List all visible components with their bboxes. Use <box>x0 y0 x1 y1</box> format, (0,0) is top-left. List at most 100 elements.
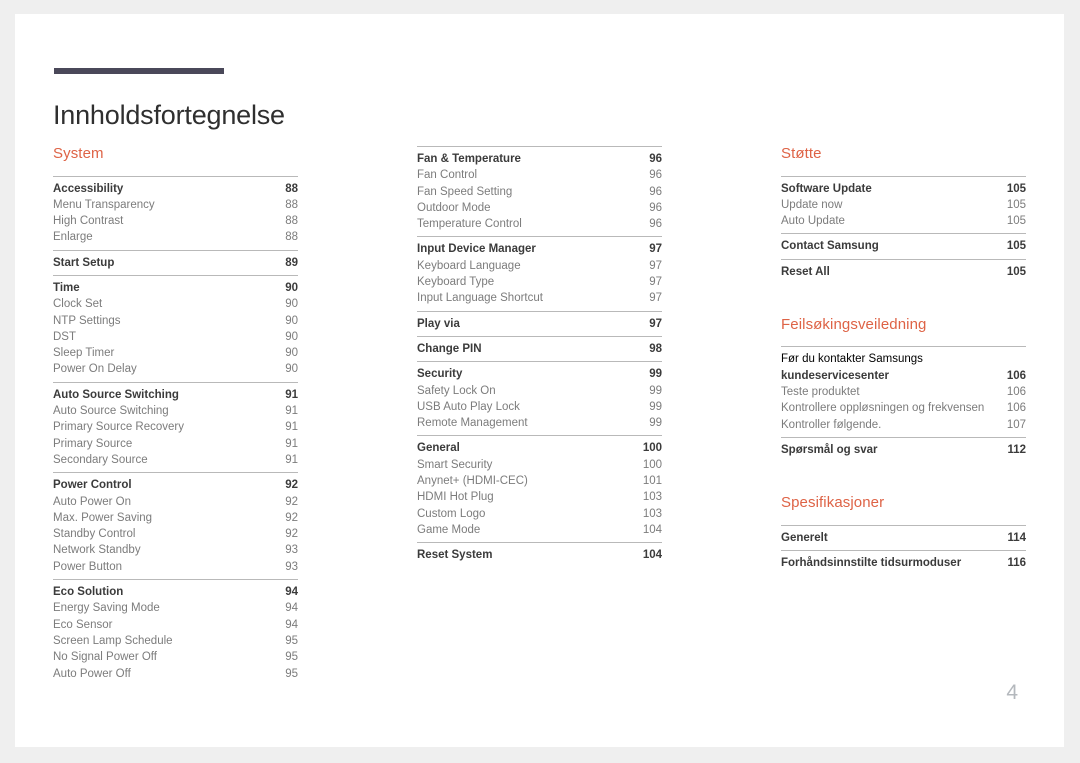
toc-column-2: Fan & Temperature 96 Fan Control 96 Fan Spee… <box>417 146 662 568</box>
toc-entry[interactable]: Change PIN 98 <box>417 341 662 357</box>
toc-entry[interactable]: Spørsmål og svar 112 <box>781 442 1026 458</box>
toc-entry-label: Power Control <box>53 479 132 492</box>
toc-entry[interactable]: Fan Control 96 <box>417 167 662 183</box>
toc-entry-label: Energy Saving Mode <box>53 602 160 615</box>
toc-entry[interactable]: Energy Saving Mode 94 <box>53 600 298 616</box>
toc-entry[interactable]: Auto Power Off 95 <box>53 666 298 682</box>
toc-entry[interactable]: Update now 105 <box>781 197 1026 213</box>
toc-entry-page: 94 <box>285 618 298 631</box>
toc-entry-page: 104 <box>642 523 662 536</box>
toc-entry[interactable]: Standby Control 92 <box>53 526 298 542</box>
toc-entry-page: 92 <box>285 479 298 492</box>
toc-entry-page: 105 <box>1006 215 1026 228</box>
page-title: Innholdsfortegnelse <box>53 100 285 131</box>
toc-entry-label: Enlarge <box>53 231 93 244</box>
toc-section-heading: System <box>53 145 104 162</box>
toc-entry[interactable]: Game Mode 104 <box>417 522 662 538</box>
toc-entry[interactable]: Auto Source Switching 91 <box>53 403 298 419</box>
toc-entry[interactable]: Input Device Manager 97 <box>417 241 662 257</box>
toc-entry-label: Power On Delay <box>53 363 137 376</box>
toc-entry[interactable]: Software Update 105 <box>781 181 1026 197</box>
toc-entry[interactable]: Primary Source 91 <box>53 436 298 452</box>
toc-entry-label: Fan Control <box>417 169 478 182</box>
toc-entry-label: Outdoor Mode <box>417 201 491 214</box>
toc-entry[interactable]: Smart Security 100 <box>417 457 662 473</box>
toc-entry-page: 103 <box>642 491 662 504</box>
toc-entry[interactable]: Keyboard Language 97 <box>417 258 662 274</box>
toc-entry-page: 106 <box>1006 386 1026 399</box>
toc-entry[interactable]: Anynet+ (HDMI-CEC) 101 <box>417 473 662 489</box>
toc-entry[interactable]: Primary Source Recovery 91 <box>53 419 298 435</box>
toc-entry[interactable]: NTP Settings 90 <box>53 313 298 329</box>
toc-entry[interactable]: General 100 <box>417 440 662 456</box>
toc-entry-page: 97 <box>649 317 662 330</box>
toc-entry[interactable]: HDMI Hot Plug 103 <box>417 489 662 505</box>
toc-entry[interactable]: Enlarge 88 <box>53 229 298 245</box>
toc-entry[interactable]: Contact Samsung 105 <box>781 238 1026 254</box>
toc-entry[interactable]: Network Standby 93 <box>53 542 298 558</box>
toc-entry[interactable]: Auto Update 105 <box>781 213 1026 229</box>
toc-entry[interactable]: Menu Transparency 88 <box>53 197 298 213</box>
toc-entry[interactable]: Start Setup 89 <box>53 255 298 271</box>
toc-entry-page: 104 <box>642 549 662 562</box>
toc-entry[interactable]: Clock Set 90 <box>53 296 298 312</box>
toc-entry-label: No Signal Power Off <box>53 651 157 664</box>
toc-group: Før du kontakter Samsungs kundeservicesen… <box>781 346 1026 436</box>
toc-entry[interactable]: Safety Lock On 99 <box>417 383 662 399</box>
toc-entry[interactable]: Eco Solution 94 <box>53 584 298 600</box>
toc-entry[interactable]: Secondary Source 91 <box>53 452 298 468</box>
toc-entry[interactable]: Før du kontakter Samsungs kundeservicesen… <box>781 351 1026 384</box>
toc-entry[interactable]: High Contrast 88 <box>53 213 298 229</box>
toc-entry[interactable]: Reset System 104 <box>417 547 662 563</box>
toc-entry[interactable]: DST 90 <box>53 329 298 345</box>
toc-entry[interactable]: Max. Power Saving 92 <box>53 510 298 526</box>
toc-entry-page: 90 <box>285 363 298 376</box>
toc-entry-label: Kontrollere oppløsningen og frekvensen <box>781 402 985 415</box>
toc-entry[interactable]: Time 90 <box>53 280 298 296</box>
toc-group: Start Setup 89 <box>53 249 298 275</box>
toc-entry[interactable]: Keyboard Type 97 <box>417 274 662 290</box>
toc-entry[interactable]: Security 99 <box>417 366 662 382</box>
toc-entry[interactable]: Temperature Control 96 <box>417 216 662 232</box>
toc-entry[interactable]: Outdoor Mode 96 <box>417 200 662 216</box>
toc-entry[interactable]: Reset All 105 <box>781 264 1026 280</box>
toc-group: Reset All 105 <box>781 258 1026 284</box>
toc-entry-page: 96 <box>649 153 662 165</box>
toc-entry-label: Primary Source <box>53 437 133 450</box>
toc-entry[interactable]: Custom Logo 103 <box>417 506 662 522</box>
toc-entry[interactable]: Auto Power On 92 <box>53 494 298 510</box>
toc-entry[interactable]: Kontrollere oppløsningen og frekvensen 10… <box>781 400 1026 416</box>
toc-entry-page: 96 <box>649 185 662 198</box>
toc-entry[interactable]: Eco Sensor 94 <box>53 617 298 633</box>
toc-entry-label: Accessibility <box>53 182 124 195</box>
toc-entry-page: 106 <box>1006 402 1026 415</box>
toc-entry[interactable]: Play via 97 <box>417 316 662 332</box>
toc-entry[interactable]: Remote Management 99 <box>417 415 662 431</box>
toc-entry[interactable]: No Signal Power Off 95 <box>53 649 298 665</box>
toc-entry[interactable]: Fan Speed Setting 96 <box>417 184 662 200</box>
toc-entry[interactable]: Power Button 93 <box>53 559 298 575</box>
toc-entry[interactable]: Input Language Shortcut 97 <box>417 290 662 306</box>
toc-entry-label: HDMI Hot Plug <box>417 491 494 504</box>
toc-entry[interactable]: Fan & Temperature 96 <box>417 151 662 167</box>
toc-entry[interactable]: Screen Lamp Schedule 95 <box>53 633 298 649</box>
toc-entry[interactable]: Generelt 114 <box>781 530 1026 546</box>
toc-entry[interactable]: Power On Delay 90 <box>53 361 298 377</box>
toc-entry[interactable]: USB Auto Play Lock 99 <box>417 399 662 415</box>
toc-entry-label: Safety Lock On <box>417 384 496 397</box>
toc-entry[interactable]: Sleep Timer 90 <box>53 345 298 361</box>
toc-entry-page: 94 <box>285 586 298 599</box>
toc-entry-label: Reset System <box>417 549 493 562</box>
toc-entry[interactable]: Accessibility 88 <box>53 181 298 197</box>
toc-entry-label: Auto Update <box>781 215 845 228</box>
toc-entry-label: Fan Speed Setting <box>417 185 513 198</box>
toc-entry[interactable]: Kontroller følgende. 107 <box>781 417 1026 433</box>
toc-group: Software Update 105 Update now 105 Auto Upda… <box>781 175 1026 234</box>
toc-entry-label: USB Auto Play Lock <box>417 400 520 413</box>
toc-entry[interactable]: Teste produktet 106 <box>781 384 1026 400</box>
toc-entry-label: General <box>417 442 460 455</box>
toc-entry[interactable]: Auto Source Switching 91 <box>53 387 298 403</box>
toc-entry[interactable]: Forhåndsinnstilte tidsurmoduser 116 <box>781 555 1026 571</box>
toc-entry[interactable]: Power Control 92 <box>53 477 298 493</box>
toc-group: Security 99 Safety Lock On 99 USB Auto Play … <box>417 361 662 435</box>
